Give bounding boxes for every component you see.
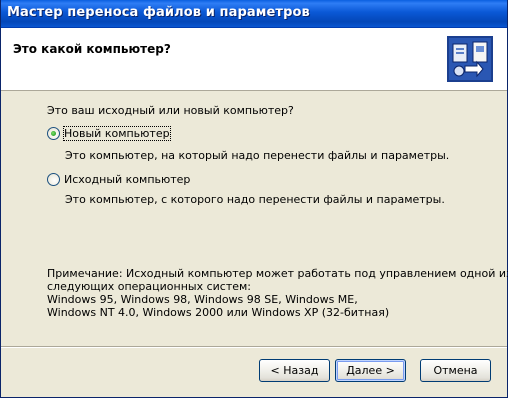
question-label: Это ваш исходный или новый компьютер? — [47, 104, 294, 117]
title-bar[interactable]: Мастер переноса файлов и параметров — [1, 0, 507, 28]
compatibility-note: Примечание: Исходный компьютер может раб… — [47, 267, 508, 319]
source-computer-label[interactable]: Исходный компьютер — [64, 173, 190, 186]
window-title: Мастер переноса файлов и параметров — [7, 5, 310, 20]
note-line: Примечание: Исходный компьютер может раб… — [47, 267, 508, 280]
cancel-button[interactable]: Отмена — [420, 359, 491, 382]
footer-divider — [1, 346, 507, 348]
wizard-header: Это какой компьютер? — [1, 28, 507, 91]
wizard-window: Мастер переноса файлов и параметров Это … — [0, 0, 508, 398]
note-line: Windows NT 4.0, Windows 2000 или Windows… — [47, 306, 390, 319]
files-transfer-wizard-icon — [447, 36, 493, 82]
new-computer-option[interactable]: Новый компьютер — [47, 126, 171, 141]
page-title: Это какой компьютер? — [13, 42, 171, 56]
source-computer-option[interactable]: Исходный компьютер — [47, 173, 190, 186]
new-computer-description: Это компьютер, на который надо перенести… — [65, 149, 450, 162]
source-computer-radio[interactable] — [47, 173, 60, 186]
back-button[interactable]: < Назад — [259, 359, 330, 382]
next-button[interactable]: Далее > — [335, 359, 406, 382]
wizard-content: Это ваш исходный или новый компьютер? Но… — [1, 91, 508, 345]
note-line: следующих операционных систем: — [47, 280, 252, 293]
note-line: Windows 95, Windows 98, Windows 98 SE, W… — [47, 293, 358, 306]
new-computer-radio[interactable] — [47, 127, 60, 140]
new-computer-label[interactable]: Новый компьютер — [63, 126, 171, 141]
source-computer-description: Это компьютер, с которого надо перенести… — [65, 193, 445, 206]
